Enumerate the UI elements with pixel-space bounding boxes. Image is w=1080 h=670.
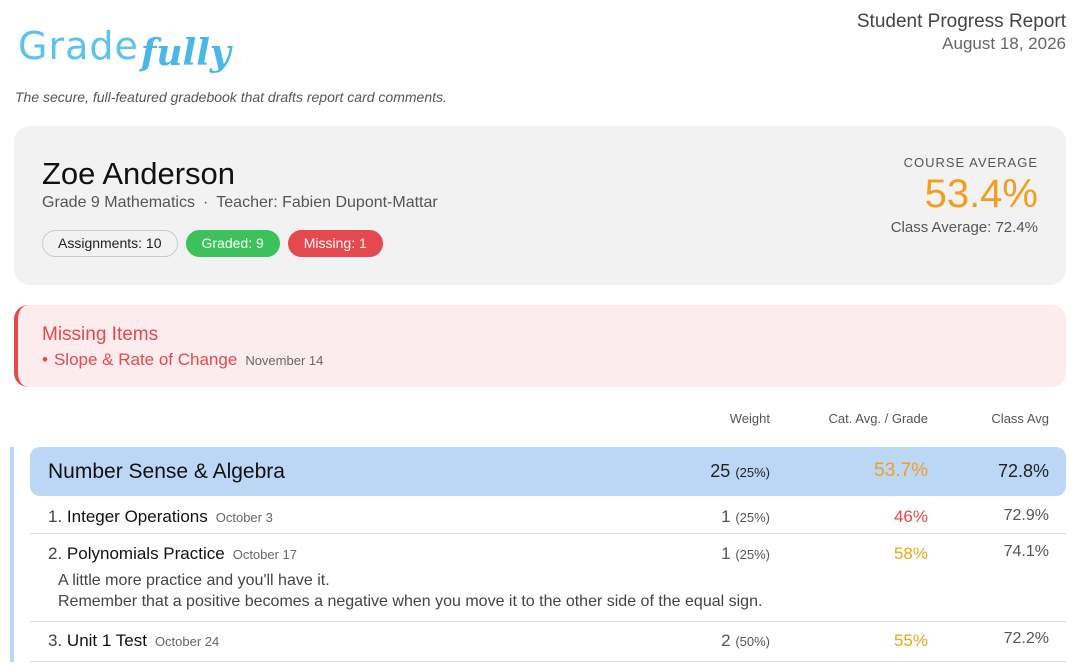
assignment-weight-value: 1 [721, 507, 731, 526]
assignment-number: 3. [48, 631, 63, 650]
assignment-row: 1. Integer Operations October 3 1 (25%) 4… [30, 496, 1066, 534]
teacher-comment-line: A little more practice and you'll have i… [58, 572, 330, 589]
category-weight: 25 (25%) [700, 461, 770, 482]
assignment-row: 2. Polynomials Practice October 17 1 (25%… [30, 534, 1066, 622]
category-class-average: 72.8% [997, 461, 1049, 481]
missing-item-name: Slope & Rate of Change [53, 350, 238, 369]
assignment-class-average: 72.2% [1003, 630, 1049, 647]
missing-items-title: Missing Items [42, 324, 159, 345]
column-header-weight: Weight [729, 411, 770, 426]
assignment-number: 1. [48, 507, 63, 526]
missing-items-panel: Missing Items • Slope & Rate of Change Nov… [14, 305, 1066, 387]
report-header: Gradefully The secure, full-featured gra… [0, 0, 1080, 120]
assignment-grade: 55% [893, 631, 928, 650]
assignment-class-average: 72.9% [1003, 507, 1049, 524]
assignment-name: Unit 1 Test [66, 631, 147, 650]
assignment-weight: 2 (50%) [700, 631, 770, 651]
column-header-class-avg: Class Avg [991, 411, 1049, 426]
assignment-weight-pct: (50%) [735, 634, 770, 649]
teacher-name: Teacher: Fabien Dupont-Mattar [216, 194, 438, 211]
assignment-name: Polynomials Practice [66, 544, 225, 563]
assignment-row: 3. Unit 1 Test October 24 2 (50%) 55% 72.… [30, 622, 1066, 662]
bullet-icon: • [42, 350, 48, 369]
gradefully-logo[interactable]: Gradefully [18, 24, 231, 73]
assignment-weight-pct: (25%) [735, 547, 770, 562]
category-name: Number Sense & Algebra [48, 460, 285, 483]
assignment-title: 3. Unit 1 Test October 24 [48, 631, 219, 651]
student-name: Zoe Anderson [42, 156, 236, 191]
logo-text-fully: fully [140, 32, 231, 74]
missing-item: • Slope & Rate of Change November 14 [42, 350, 323, 370]
missing-item-date: November 14 [245, 353, 324, 368]
status-pills: Assignments: 10 Graded: 9 Missing: 1 [42, 230, 383, 257]
category-weight-pct: (25%) [735, 465, 770, 480]
assignment-title: 1. Integer Operations October 3 [48, 507, 273, 527]
report-date: August 18, 2026 [942, 34, 1066, 53]
assignment-weight: 1 (25%) [700, 544, 770, 564]
report-title: Student Progress Report [856, 11, 1066, 32]
category-accent-bar [10, 447, 14, 662]
logo-text-grade: Grade [18, 24, 139, 68]
assignment-date: October 3 [215, 510, 273, 525]
missing-count-badge: Missing: 1 [287, 230, 383, 257]
assignment-date: October 17 [232, 547, 298, 562]
assignment-grade: 58% [893, 544, 928, 563]
assignment-number: 2. [48, 544, 63, 563]
course-name: Grade 9 Mathematics [42, 194, 195, 211]
assignment-date: October 24 [154, 634, 220, 649]
category-average: 53.7% [874, 460, 928, 481]
category-weight-value: 25 [710, 461, 731, 481]
course-average-value: 53.4% [924, 172, 1038, 216]
tagline: The secure, full-featured gradebook that… [15, 89, 447, 105]
assignment-class-average: 74.1% [1003, 543, 1049, 560]
teacher-comment-line: Remember that a positive becomes a negat… [58, 593, 763, 610]
student-summary-card: Zoe Anderson Grade 9 Mathematics · Teacher… [14, 126, 1066, 285]
assignment-grade: 46% [893, 507, 928, 526]
assignments-count-badge: Assignments: 10 [42, 230, 178, 257]
separator-dot: · [202, 194, 209, 211]
assignment-weight-pct: (25%) [735, 510, 770, 525]
assignment-title: 2. Polynomials Practice October 17 [48, 544, 297, 564]
assignment-weight: 1 (25%) [700, 507, 770, 527]
assignment-name: Integer Operations [66, 507, 208, 526]
course-average-label: COURSE AVERAGE [903, 155, 1038, 170]
category-row: Number Sense & Algebra 25 (25%) 53.7% 72… [30, 447, 1066, 496]
class-average: Class Average: 72.4% [890, 219, 1038, 236]
assignment-weight-value: 2 [721, 631, 731, 650]
assignment-weight-value: 1 [721, 544, 731, 563]
student-course-info: Grade 9 Mathematics · Teacher: Fabien Dupo… [42, 194, 438, 212]
column-header-cat-avg: Cat. Avg. / Grade [828, 411, 928, 426]
graded-count-badge: Graded: 9 [185, 230, 280, 257]
